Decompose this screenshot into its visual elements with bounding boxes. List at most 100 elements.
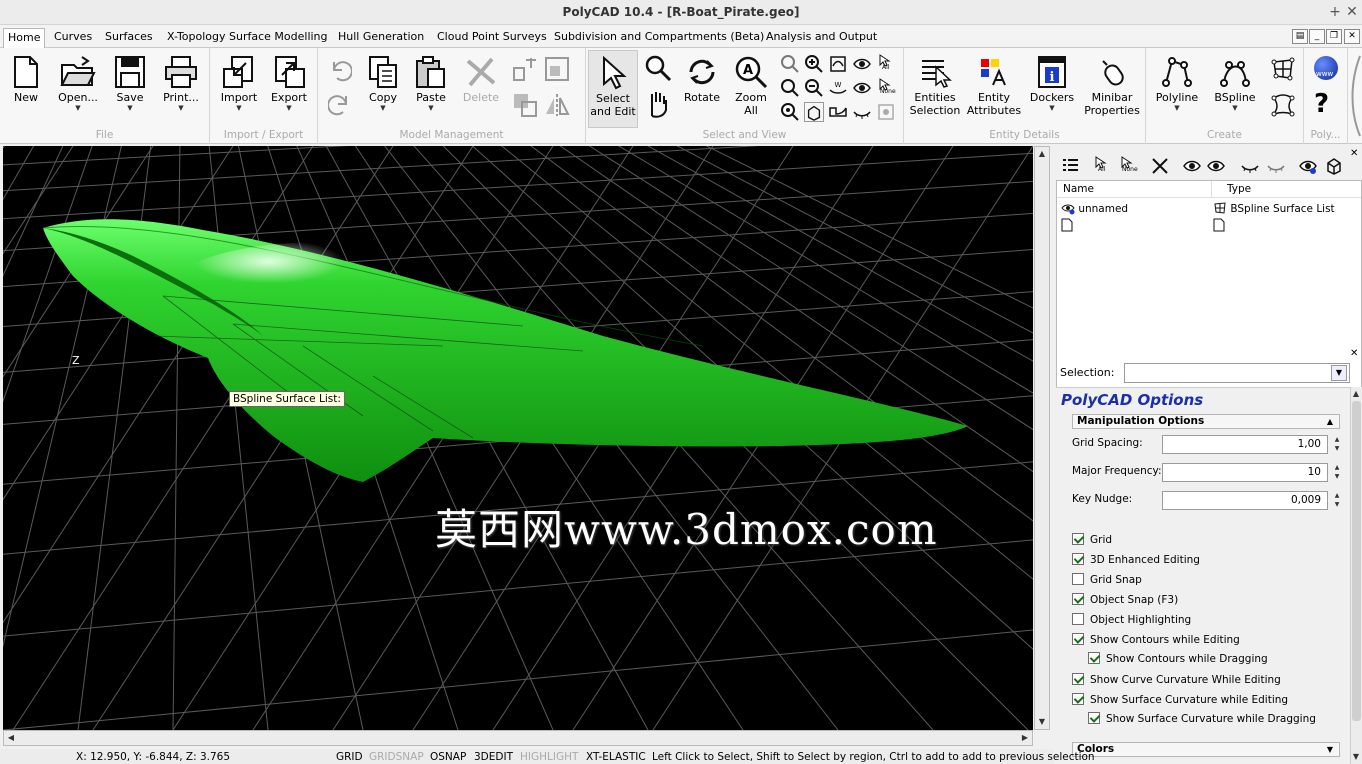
scroll-up-icon[interactable]: ▲: [1350, 387, 1362, 401]
copy-button[interactable]: Copy ▼: [360, 50, 406, 112]
close-window-icon[interactable]: ✕: [1343, 3, 1361, 21]
option-checkbox[interactable]: Show Curve Curvature While Editing: [1072, 673, 1281, 686]
3d-viewport[interactable]: Z BSpline Surface List: 莫西网www.3dmox.com: [3, 146, 1033, 730]
vertical-scrollbar[interactable]: ▲ ▼: [1034, 146, 1050, 730]
tab-analysis[interactable]: Analysis and Output: [762, 28, 881, 48]
view-profile-icon[interactable]: [828, 102, 848, 122]
spin-stepper-icon[interactable]: ▲ ▼: [1330, 435, 1344, 454]
select-all-icon[interactable]: All: [876, 54, 898, 74]
tab-cloud-point[interactable]: Cloud Point Surveys: [433, 28, 551, 48]
new-button[interactable]: New: [4, 50, 48, 104]
rotate-button[interactable]: Rotate: [680, 50, 724, 104]
zoom-window-icon[interactable]: [780, 54, 800, 74]
entity-attributes-button[interactable]: Entity Attributes: [966, 50, 1022, 117]
checked-box-icon[interactable]: [1088, 712, 1100, 724]
isolate-icon[interactable]: [876, 102, 896, 122]
ribbon-overflow[interactable]: [1348, 52, 1362, 140]
scroll-right-icon[interactable]: ▶: [1018, 731, 1032, 745]
select-edit-button[interactable]: Select and Edit: [588, 50, 638, 128]
list-view-icon[interactable]: [1060, 156, 1080, 176]
scale-icon[interactable]: [544, 56, 570, 82]
scroll-left-icon[interactable]: ◀: [4, 731, 18, 745]
unchecked-box-icon[interactable]: [1072, 573, 1084, 585]
option-checkbox[interactable]: Show Contours while Dragging: [1088, 652, 1268, 665]
checked-box-icon[interactable]: [1072, 633, 1084, 645]
option-checkbox[interactable]: Grid Snap: [1072, 573, 1142, 586]
closed-eye-icon[interactable]: [852, 102, 872, 122]
scroll-up-icon[interactable]: ▲: [1035, 147, 1049, 161]
checked-box-icon[interactable]: [1072, 553, 1084, 565]
save-button[interactable]: Save ▼: [108, 50, 152, 112]
checked-box-icon[interactable]: [1072, 673, 1084, 685]
tab-xtopology[interactable]: X-Topology Surface Modelling: [163, 28, 332, 48]
column-name[interactable]: Name: [1063, 183, 1094, 195]
export-button[interactable]: Export ▼: [266, 50, 312, 112]
option-input[interactable]: 10: [1162, 463, 1328, 482]
scroll-down-icon[interactable]: ▼: [1035, 715, 1049, 729]
close-options-icon[interactable]: ✕: [1350, 348, 1358, 359]
select-none-icon[interactable]: None: [876, 78, 898, 98]
restore-icon[interactable]: ❐: [1326, 29, 1342, 44]
option-checkbox[interactable]: Grid: [1072, 533, 1112, 546]
view-3d-icon[interactable]: [804, 102, 824, 122]
view-plan-icon[interactable]: W: [828, 78, 848, 98]
highlight-toggle[interactable]: HIGHLIGHT: [520, 751, 578, 763]
import-button[interactable]: Import ▼: [216, 50, 262, 112]
xt-elastic-toggle[interactable]: XT-ELASTIC: [586, 751, 646, 763]
option-checkbox[interactable]: Show Surface Curvature while Editing: [1072, 693, 1288, 706]
scroll-thumb[interactable]: [1352, 401, 1361, 721]
minimize-icon[interactable]: _: [1309, 29, 1325, 44]
hide-list-eye-icon[interactable]: [1240, 156, 1260, 176]
pan-hand-icon[interactable]: [644, 90, 672, 118]
option-checkbox[interactable]: Object Highlighting: [1072, 613, 1191, 626]
view-front-icon[interactable]: [828, 54, 848, 74]
properties-eye-icon[interactable]: [1298, 156, 1318, 176]
bspline-button[interactable]: BSpline ▼: [1208, 50, 1262, 112]
colors-header[interactable]: Colors ▼: [1072, 742, 1340, 757]
tab-surfaces[interactable]: Surfaces: [101, 28, 157, 48]
checked-box-icon[interactable]: [1072, 533, 1084, 545]
delete-list-icon[interactable]: [1150, 156, 1170, 176]
tab-home[interactable]: Home: [3, 28, 46, 49]
show-eye-icon[interactable]: [852, 54, 872, 74]
print-button[interactable]: Print... ▼: [158, 50, 204, 112]
option-checkbox[interactable]: Show Contours while Editing: [1072, 633, 1240, 646]
close-docker-icon[interactable]: ✕: [1350, 148, 1358, 159]
manipulation-options-header[interactable]: Manipulation Options ▲: [1072, 414, 1340, 429]
magnifier-icon[interactable]: [644, 54, 672, 82]
hide-eye-icon[interactable]: [852, 78, 872, 98]
zoom-in-icon[interactable]: [804, 54, 824, 74]
tab-hull-generation[interactable]: Hull Generation: [334, 28, 428, 48]
options-scrollbar[interactable]: ▲ ▼: [1350, 387, 1362, 764]
option-checkbox[interactable]: 3D Enhanced Editing: [1072, 553, 1200, 566]
zoom-previous-icon[interactable]: [780, 78, 800, 98]
move-icon[interactable]: [512, 56, 538, 82]
polyline-button[interactable]: Polyline ▼: [1150, 50, 1204, 112]
option-input[interactable]: 0,009: [1162, 491, 1328, 510]
gridsnap-toggle[interactable]: GRIDSNAP: [369, 751, 424, 763]
selection-dropdown[interactable]: ▼: [1124, 363, 1350, 383]
chevron-down-icon[interactable]: ▼: [1331, 365, 1347, 381]
list-item[interactable]: unnamed: [1061, 201, 1128, 215]
zoom-out-icon[interactable]: [804, 78, 824, 98]
tab-subdivision[interactable]: Subdivision and Compartments (Beta): [550, 28, 768, 48]
mirror-icon[interactable]: [544, 92, 570, 118]
grid-toggle[interactable]: GRID: [336, 751, 363, 763]
checked-box-icon[interactable]: [1072, 593, 1084, 605]
www-globe-icon[interactable]: www: [1314, 56, 1338, 80]
undo-icon[interactable]: [328, 58, 352, 82]
open-button[interactable]: Open... ▼: [52, 50, 104, 112]
minibar-properties-button[interactable]: Minibar Properties: [1082, 50, 1142, 117]
mdi-icon[interactable]: ▤: [1292, 29, 1308, 44]
rotate-entity-icon[interactable]: [512, 92, 538, 118]
scroll-down-icon[interactable]: ▼: [1350, 750, 1362, 764]
close-doc-icon[interactable]: ✕: [1344, 29, 1360, 44]
cube-icon[interactable]: [1324, 156, 1344, 176]
tab-curves[interactable]: Curves: [50, 28, 96, 48]
option-checkbox[interactable]: Show Surface Curvature while Dragging: [1088, 712, 1316, 725]
zoom-all-button[interactable]: A Zoom All: [728, 50, 774, 117]
horizontal-scrollbar[interactable]: ◀ ▶: [3, 730, 1033, 746]
hide-all-eye-icon[interactable]: [1266, 156, 1286, 176]
redo-icon[interactable]: [328, 92, 352, 116]
delete-button[interactable]: Delete: [458, 50, 504, 104]
